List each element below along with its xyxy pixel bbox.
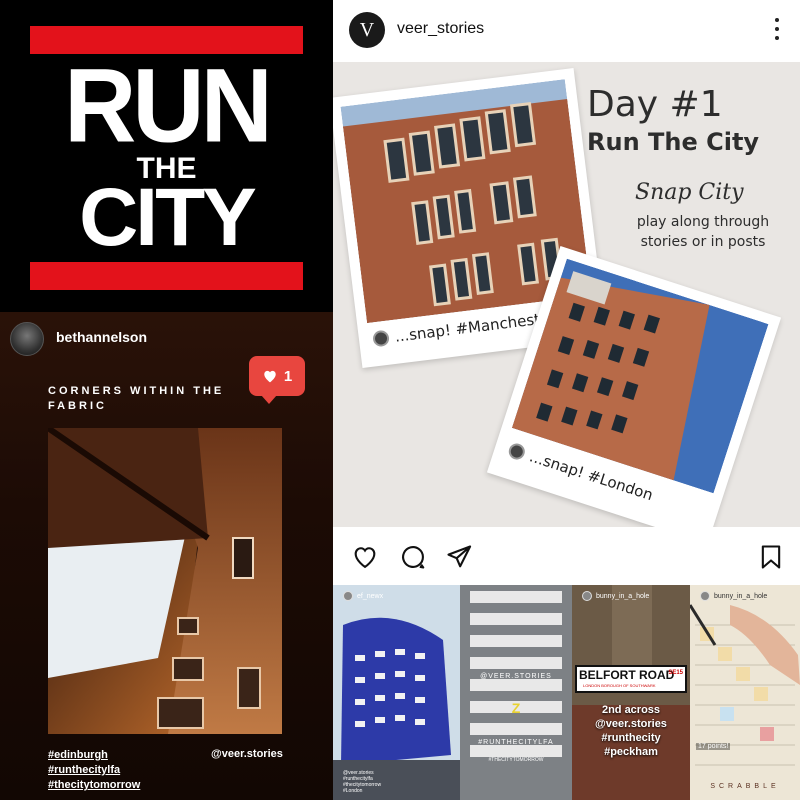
post-image[interactable]: ...snap! #Manchester ...snap! #London Da… [333, 62, 800, 527]
story-label: #THECITYTOMORROW [488, 757, 544, 763]
avatar [700, 591, 710, 601]
like-count: 1 [283, 367, 293, 385]
stories-strip: ef_newx @veer.stories #runthecitylfa #th… [333, 585, 800, 800]
post-actions-bar [333, 527, 800, 585]
story-text: 2nd across @veer.stories #runthecity #pe… [595, 704, 667, 758]
story-hashtags: #edinburgh #runthecitylfa #thecitytomorr… [48, 748, 140, 793]
veer-stories-post: V veer_stories ...snap! #Manchester ...s… [333, 0, 800, 585]
like-icon[interactable] [351, 543, 379, 571]
story-username: bunny_in_a_hole [582, 591, 649, 601]
mention-link[interactable]: @veer.stories [211, 748, 283, 760]
bethannelson-story-tile[interactable]: bethannelson 1 CORNERS WITHIN THE FABRIC [0, 312, 333, 800]
save-icon[interactable] [757, 543, 785, 571]
avatar [372, 329, 390, 348]
story-username: bunny_in_a_hole [700, 591, 767, 601]
avatar[interactable]: V [349, 12, 385, 48]
story-thumbnail[interactable]: bunny_in_a_hole BELFORT ROAD SE15 LONDON… [572, 585, 690, 800]
logo-word-city: CITY [79, 172, 257, 263]
heart-icon [264, 370, 276, 383]
points-text: 17 points! [696, 743, 731, 750]
post-username[interactable]: veer_stories [397, 20, 484, 38]
story-thumbnail[interactable]: ef_newx @veer.stories #runthecitylfa #th… [333, 585, 460, 800]
street-sign-title: BELFORT ROAD [579, 668, 675, 682]
avatar [343, 591, 353, 601]
story-small-tags: @veer.stories #runthecitylfa #thecitytom… [343, 770, 382, 794]
story-label: @VEER.STORIES [480, 673, 552, 680]
avatar[interactable] [10, 322, 44, 356]
comment-icon[interactable] [399, 543, 427, 571]
svg-text:Z: Z [512, 700, 521, 716]
hashtag-link[interactable]: #thecitytomorrow [48, 778, 140, 793]
story-label: #RUNTHECITYLFA [478, 739, 554, 746]
story-username[interactable]: bethannelson [56, 329, 147, 345]
story-username: ef_newx [343, 591, 383, 601]
avatar [582, 591, 592, 601]
like-count-badge: 1 [249, 356, 305, 404]
snap-city-title: Snap City [635, 180, 744, 205]
story-thumbnail[interactable]: Z @VEER.STORIES #RUNTHECITYLFA #THECITYT… [460, 585, 572, 800]
more-options-icon[interactable] [774, 18, 780, 40]
avatar [506, 441, 527, 462]
street-sign: BELFORT ROAD SE15 LONDON BOROUGH OF SOUT… [575, 665, 687, 693]
logo-red-bar-bottom [30, 262, 303, 290]
hashtag-link[interactable]: #runthecitylfa [48, 763, 140, 778]
day-title: Day #1 [587, 84, 723, 125]
run-the-city-title: Run The City [587, 128, 760, 156]
scrabble-label: SCRABBLE [710, 783, 780, 790]
street-sign-subtitle: LONDON BOROUGH OF SOUTHWARK [583, 683, 656, 688]
story-thumbnail[interactable]: bunny_in_a_hole 17 points! SCRABBLE [690, 585, 800, 800]
share-icon[interactable] [445, 543, 473, 571]
post-header: V veer_stories [333, 0, 800, 62]
story-caption: CORNERS WITHIN THE FABRIC [48, 385, 225, 412]
run-the-city-logo-tile[interactable]: RUN THE CITY [0, 0, 333, 312]
hashtag-link[interactable]: #edinburgh [48, 748, 140, 763]
snap-city-description: play along through stories or in posts [636, 214, 770, 250]
logo-word-run: RUN [64, 47, 273, 165]
courtyard-photo [48, 428, 282, 734]
street-sign-code: SE15 [668, 670, 683, 676]
